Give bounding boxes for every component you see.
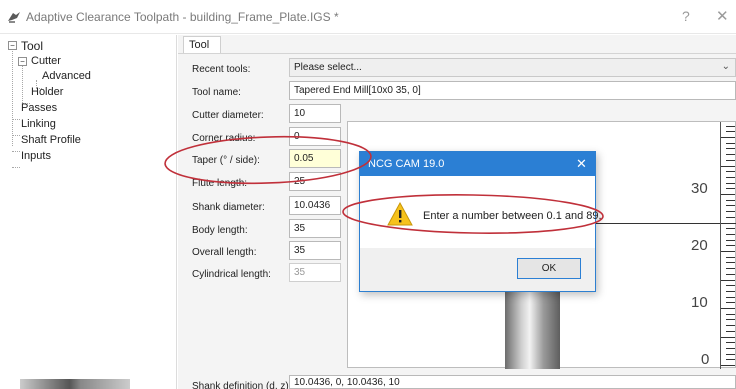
- ruler-tick: [726, 325, 735, 327]
- ruler-tick: [721, 137, 735, 138]
- shank-definition-field[interactable]: 10.0436, 0, 10.0436, 10: [289, 375, 736, 389]
- ruler-tick: [726, 182, 735, 184]
- ruler-tick: [726, 262, 735, 264]
- ruler-tick: [726, 154, 735, 156]
- corner-radius-label: Corner radius:: [192, 133, 256, 144]
- cutter-diameter-field[interactable]: 10: [289, 104, 341, 123]
- ruler-tick: [721, 308, 735, 309]
- warning-icon: [387, 202, 413, 226]
- ruler-tick: [721, 251, 735, 252]
- tool-thumbnail: [20, 379, 130, 389]
- tab-strip-line: [178, 53, 736, 54]
- overall-length-field[interactable]: 35: [289, 241, 341, 260]
- ruler-tick: [726, 342, 735, 344]
- cutter-diameter-label: Cutter diameter:: [192, 110, 264, 121]
- ruler-tick: [721, 365, 735, 366]
- error-dialog: NCG CAM 19.0 ✕ Enter a number between 0.…: [359, 151, 602, 292]
- dialog-message: Enter a number between 0.1 and 89.: [423, 210, 602, 222]
- ruler-tick: [726, 176, 735, 178]
- window-close-button[interactable]: ✕: [716, 7, 729, 25]
- ruler-tick: [726, 285, 735, 287]
- ruler-tick: [726, 296, 735, 298]
- ruler-tick: [726, 142, 735, 144]
- tool-name-label: Tool name:: [192, 87, 241, 98]
- ruler-tick: [726, 199, 735, 201]
- ruler-tick: [726, 233, 735, 235]
- overall-length-label: Overall length:: [192, 247, 257, 258]
- ruler-tick: [726, 359, 735, 361]
- tool-collapse-toggle[interactable]: −: [8, 41, 17, 50]
- recent-tools-value: Please select...: [294, 62, 362, 73]
- dialog-title: NCG CAM 19.0: [368, 158, 445, 170]
- ruler-tick: [726, 228, 735, 230]
- app-icon: [8, 12, 20, 23]
- body-length-field[interactable]: 35: [289, 219, 341, 238]
- ok-button[interactable]: OK: [517, 258, 581, 279]
- ruler-tick: [726, 245, 735, 247]
- ruler-tick: [726, 171, 735, 173]
- tool-name-field[interactable]: Tapered End Mill[10x0 35, 0]: [289, 81, 736, 100]
- title-bar: Adaptive Clearance Toolpath - building_F…: [0, 0, 736, 34]
- ruler-tick: [721, 194, 735, 195]
- ruler-tick: [726, 188, 735, 190]
- shank-diameter-label: Shank diameter:: [192, 202, 265, 213]
- ruler-tick: [721, 222, 735, 224]
- chevron-down-icon: ⌄: [721, 61, 730, 72]
- ruler-tick: [726, 205, 735, 207]
- tool-shank-graphic: [505, 285, 560, 369]
- tree-item-advanced[interactable]: Advanced: [42, 70, 91, 82]
- ruler-tick: [726, 256, 735, 258]
- ruler-tick: [726, 273, 735, 275]
- ruler-tick: [721, 279, 735, 281]
- tree-item-linking[interactable]: Linking: [21, 118, 56, 130]
- taper-label: Taper (° / side):: [192, 155, 260, 166]
- flute-length-label: Flute length:: [192, 178, 248, 189]
- flute-length-field[interactable]: 25: [289, 172, 341, 191]
- ruler-tick: [726, 148, 735, 150]
- ruler-tick: [721, 165, 735, 167]
- taper-field[interactable]: 0.05: [289, 149, 341, 168]
- settings-tree: − Tool − Cutter Advanced Holder Passes L…: [0, 35, 177, 389]
- tree-item-shaft-profile[interactable]: Shaft Profile: [21, 134, 81, 146]
- ruler-tick: [726, 239, 735, 241]
- cutter-collapse-toggle[interactable]: −: [18, 57, 27, 66]
- tree-item-passes[interactable]: Passes: [21, 102, 57, 114]
- help-button[interactable]: ?: [682, 8, 690, 24]
- tree-item-inputs[interactable]: Inputs: [21, 150, 51, 162]
- tab-tool[interactable]: Tool: [183, 36, 221, 53]
- ruler-tick: [726, 216, 735, 218]
- ruler-tick: [726, 353, 735, 355]
- ruler-tick: [726, 290, 735, 292]
- tree-item-cutter[interactable]: Cutter: [31, 55, 61, 67]
- recent-tools-label: Recent tools:: [192, 64, 251, 75]
- ruler-tick: [726, 159, 735, 161]
- ruler-label-30: 30: [691, 180, 708, 197]
- ruler-label-0: 0: [701, 351, 710, 368]
- shank-diameter-field[interactable]: 10.0436: [289, 196, 341, 215]
- cylindrical-length-label: Cylindrical length:: [192, 269, 271, 280]
- ruler-tick: [726, 125, 735, 127]
- tree-item-holder[interactable]: Holder: [31, 86, 63, 98]
- recent-tools-dropdown[interactable]: Please select... ⌄: [289, 58, 736, 77]
- ruler-tick: [726, 319, 735, 321]
- dialog-close-button[interactable]: ✕: [576, 156, 587, 172]
- ruler-tick: [726, 302, 735, 304]
- window-title: Adaptive Clearance Toolpath - building_F…: [26, 10, 339, 24]
- ruler-label-20: 20: [691, 237, 708, 254]
- ruler-tick: [726, 347, 735, 349]
- cylindrical-length-field: 35: [289, 263, 341, 282]
- ruler-tick: [726, 211, 735, 213]
- ruler-tick: [721, 336, 735, 338]
- ruler-tick: [726, 330, 735, 332]
- shank-definition-label: Shank definition (d, z):: [192, 381, 292, 389]
- axis-line: [595, 223, 736, 224]
- ruler-tick: [726, 313, 735, 315]
- tree-item-tool[interactable]: Tool: [21, 39, 43, 53]
- ruler-label-10: 10: [691, 294, 708, 311]
- body-length-label: Body length:: [192, 225, 248, 236]
- ruler-tick: [726, 131, 735, 133]
- corner-radius-field[interactable]: 0: [289, 127, 341, 146]
- ruler-tick: [726, 268, 735, 270]
